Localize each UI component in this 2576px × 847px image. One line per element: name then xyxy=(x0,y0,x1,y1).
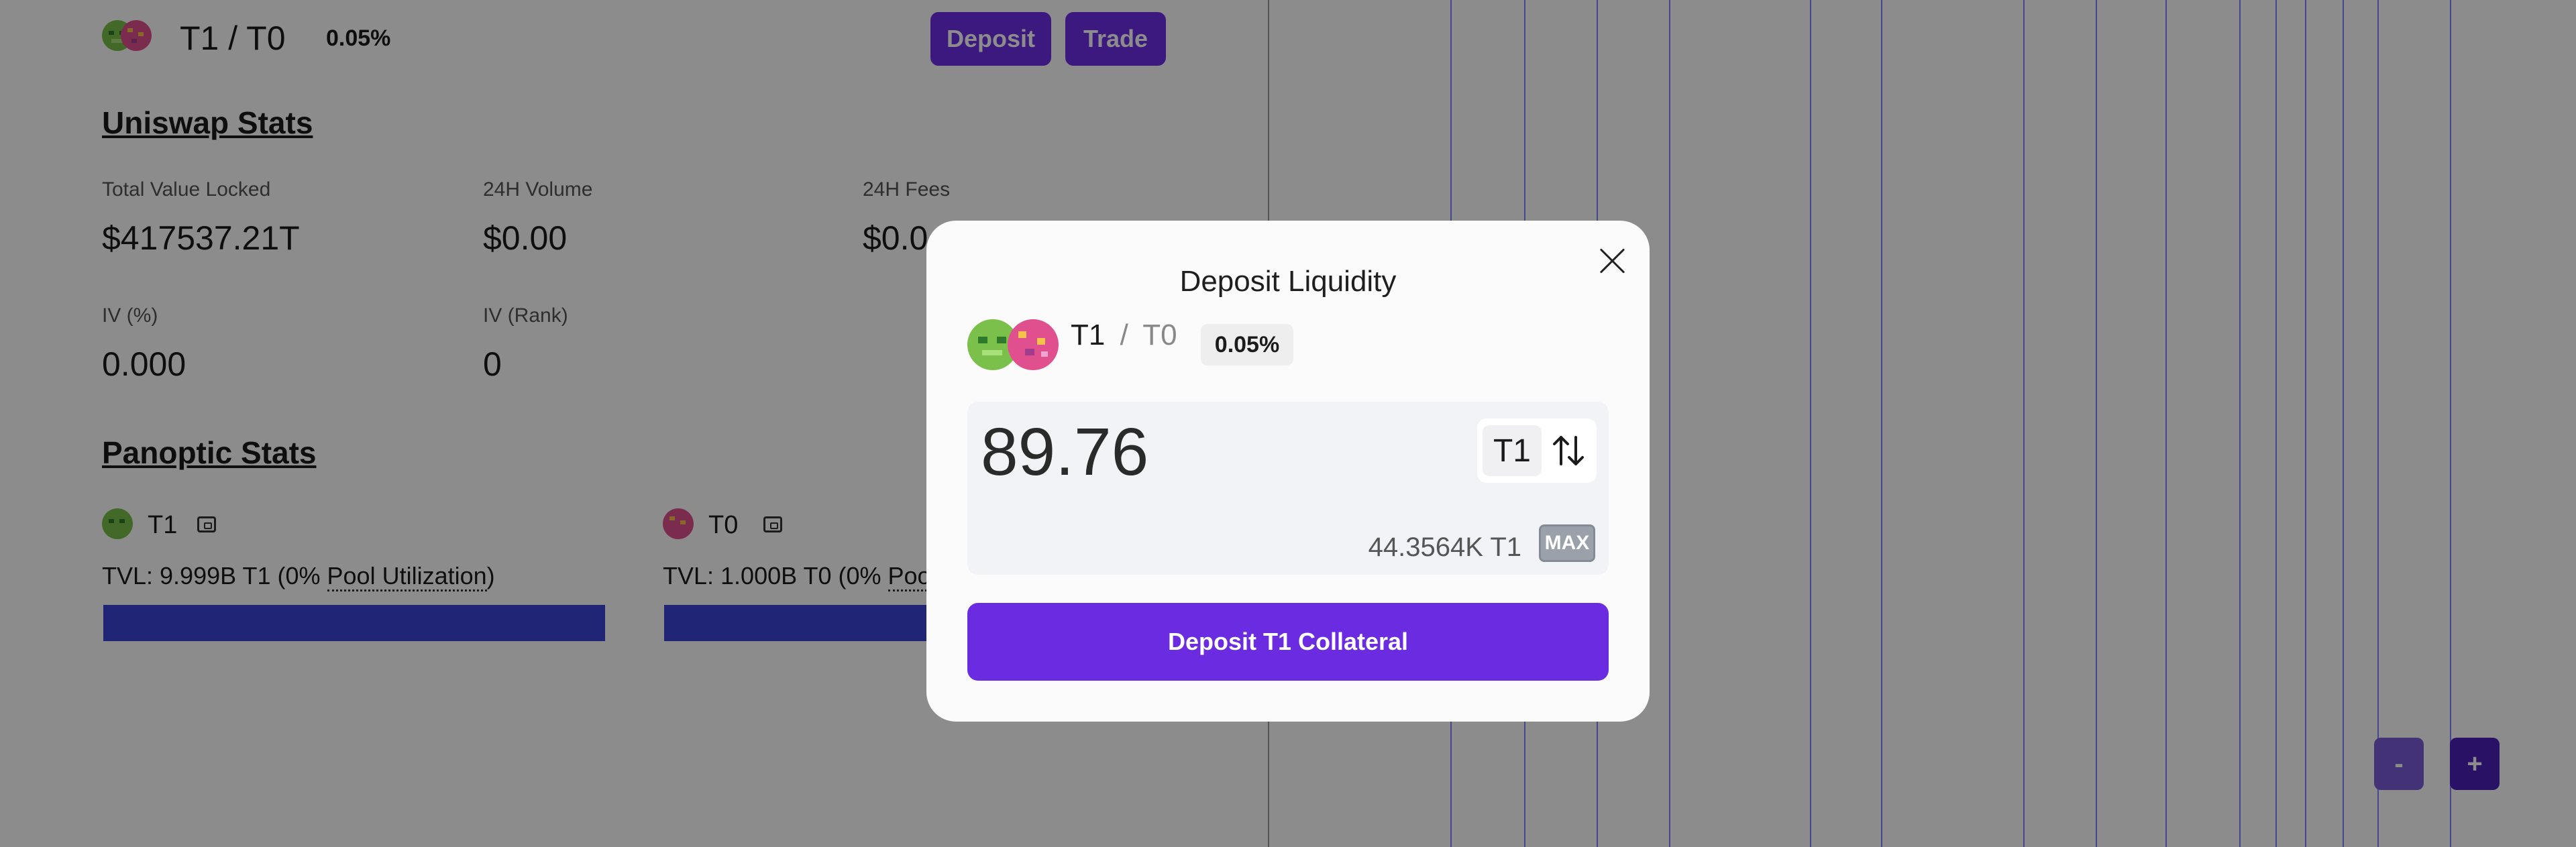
token-t0-avatar-icon xyxy=(1008,319,1059,370)
selected-token[interactable]: T1 xyxy=(1483,425,1542,476)
swap-arrows-icon[interactable] xyxy=(1551,432,1586,469)
amount-input-box: 89.76 T1 44.3564K T1 MAX xyxy=(967,402,1609,575)
pair-quote: T0 xyxy=(1142,319,1177,351)
modal-title: Deposit Liquidity xyxy=(1179,265,1397,298)
token-balance: 44.3564K T1 xyxy=(1368,532,1521,562)
modal-pair-avatars xyxy=(967,319,1061,373)
deposit-collateral-button[interactable]: Deposit T1 Collateral xyxy=(967,603,1609,681)
fee-badge: 0.05% xyxy=(1201,324,1293,365)
pair-separator: / xyxy=(1120,319,1128,351)
token-selector[interactable]: T1 xyxy=(1477,418,1597,483)
close-icon[interactable] xyxy=(1597,246,1627,276)
deposit-liquidity-modal: Deposit Liquidity T1 / T0 0.05% 89.76 T1 xyxy=(926,221,1650,722)
pair-base: T1 xyxy=(1071,319,1106,351)
modal-pair-title: T1 / T0 xyxy=(1071,319,1177,352)
max-button[interactable]: MAX xyxy=(1539,524,1595,562)
amount-input[interactable]: 89.76 xyxy=(981,414,1148,491)
